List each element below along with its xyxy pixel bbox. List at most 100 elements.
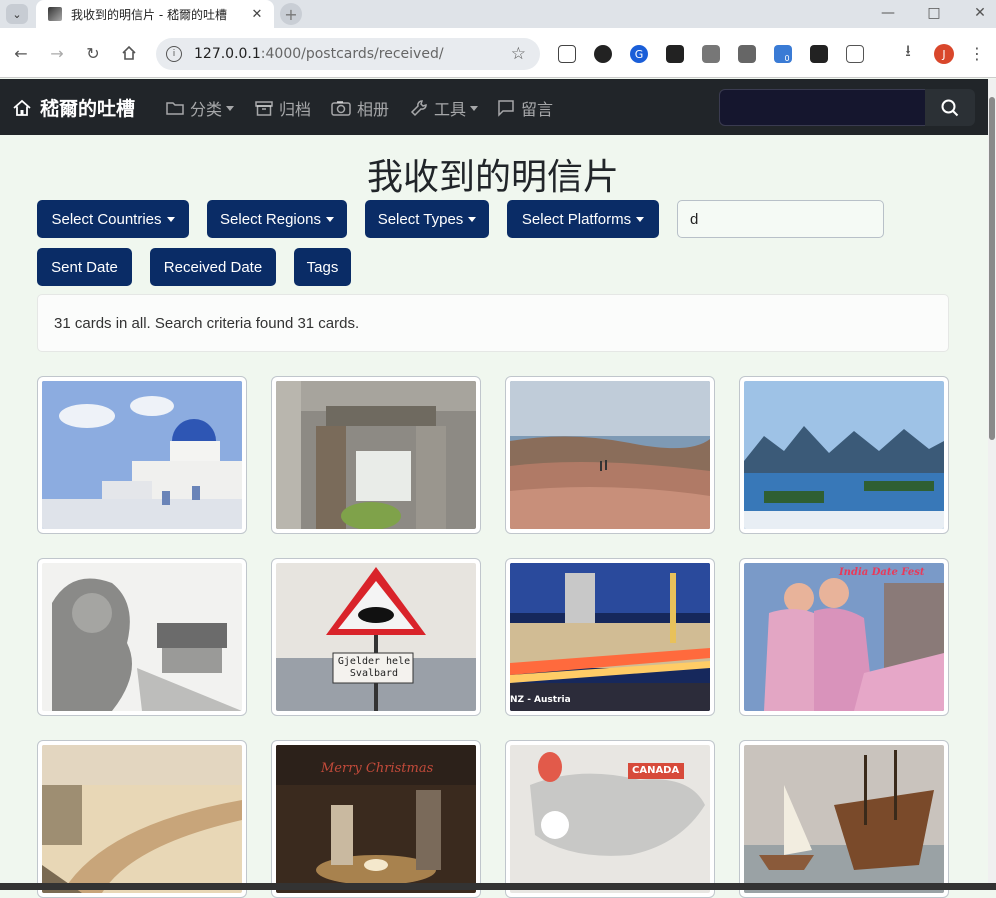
minimize-icon[interactable]: — xyxy=(876,3,900,23)
nav-item-guestbook[interactable]: 留言 xyxy=(497,96,553,120)
postcard-caption: Merry Christmas xyxy=(321,761,434,776)
caret-down-icon xyxy=(470,105,479,111)
caret-down-icon xyxy=(166,216,175,222)
caret-down-icon xyxy=(226,105,235,111)
home-icon[interactable] xyxy=(118,42,140,64)
caret-down-icon xyxy=(468,216,477,222)
extension-icon[interactable] xyxy=(702,45,720,63)
site-search-input[interactable] xyxy=(719,89,927,126)
postcard-image xyxy=(510,381,710,529)
nav-item-album[interactable]: 相册 xyxy=(331,96,389,120)
result-summary: 31 cards in all. Search criteria found 3… xyxy=(37,294,949,352)
url-path: :4000/postcards/received/ xyxy=(260,46,444,62)
tab-strip: ⌄ 我收到的明信片 - 嵇爾的吐槽 ✕ + — □ ✕ xyxy=(0,0,996,28)
postcard-image xyxy=(42,745,242,893)
address-bar[interactable]: i 127.0.0.1:4000/postcards/received/ ☆ xyxy=(156,38,540,70)
button-label: Select Platforms xyxy=(521,210,632,228)
bookmark-star-icon[interactable]: ☆ xyxy=(511,44,526,64)
postcard-card[interactable] xyxy=(505,376,715,534)
postcard-caption: India Date Fest xyxy=(839,567,925,578)
select-types-button[interactable]: Select Types xyxy=(365,200,489,238)
extension-icon[interactable]: 0 xyxy=(774,45,792,63)
maximize-icon[interactable]: □ xyxy=(922,3,946,23)
nav-item-archive[interactable]: 归档 xyxy=(255,96,311,120)
button-label: Select Types xyxy=(377,210,464,228)
postcard-card[interactable]: India Date Fest xyxy=(739,558,949,716)
nav-item-label: 归档 xyxy=(279,100,312,119)
camera-icon xyxy=(331,101,351,116)
postcard-image: India Date Fest xyxy=(744,563,944,711)
postcard-card[interactable] xyxy=(739,740,949,898)
page-scrollbar[interactable] xyxy=(988,79,996,890)
select-countries-button[interactable]: Select Countries xyxy=(37,200,189,238)
folder-icon xyxy=(166,102,184,115)
postcard-card[interactable] xyxy=(739,376,949,534)
browser-tab[interactable]: 我收到的明信片 - 嵇爾的吐槽 ✕ xyxy=(36,0,274,28)
download-icon[interactable]: ⭳ xyxy=(897,41,919,64)
postcard-image xyxy=(42,381,242,529)
nav-item-label: 留言 xyxy=(521,100,554,119)
postcard-image xyxy=(276,381,476,529)
reload-icon[interactable]: ↻ xyxy=(82,42,104,64)
wrench-icon xyxy=(410,100,427,117)
qr-code-icon[interactable] xyxy=(558,45,576,63)
bottom-edge xyxy=(0,883,996,890)
button-label: Select Countries xyxy=(51,210,162,228)
close-tab-icon[interactable]: ✕ xyxy=(248,5,266,23)
site-search-button[interactable] xyxy=(925,89,975,126)
postcard-image: CANADA xyxy=(510,745,710,893)
postcard-card[interactable] xyxy=(271,376,481,534)
brand-text: 嵇爾的吐槽 xyxy=(40,98,136,120)
postcard-card[interactable]: NZ - Austria xyxy=(505,558,715,716)
scrollbar-thumb[interactable] xyxy=(989,97,995,440)
postcard-card[interactable] xyxy=(37,740,247,898)
browser-toolbar: ← → ↻ i 127.0.0.1:4000/postcards/receive… xyxy=(0,28,996,78)
close-window-icon[interactable]: ✕ xyxy=(968,3,992,23)
extension-icon[interactable] xyxy=(594,45,612,63)
extension-badge: 0 xyxy=(784,53,790,63)
url-host: 127.0.0.1 xyxy=(194,46,261,62)
postcard-image xyxy=(744,745,944,893)
new-tab-button[interactable]: + xyxy=(280,3,302,25)
button-label: Select Regions xyxy=(220,210,321,228)
select-platforms-button[interactable]: Select Platforms xyxy=(507,200,659,238)
favicon-icon xyxy=(48,7,62,21)
site-info-icon[interactable]: i xyxy=(166,46,182,62)
nav-item-tools[interactable]: 工具 xyxy=(410,96,479,120)
forward-icon[interactable]: → xyxy=(46,42,68,64)
filter-search-input[interactable]: d xyxy=(677,200,884,238)
postcard-card[interactable] xyxy=(37,558,247,716)
postcard-card[interactable] xyxy=(37,376,247,534)
postcard-image xyxy=(42,563,242,711)
tab-title: 我收到的明信片 - 嵇爾的吐槽 xyxy=(71,7,227,22)
postcard-card[interactable]: CANADA xyxy=(505,740,715,898)
site-brand[interactable]: 嵇爾的吐槽 xyxy=(12,94,135,121)
grammarly-icon[interactable]: G xyxy=(630,45,648,63)
received-date-button[interactable]: Received Date xyxy=(150,248,276,286)
select-regions-button[interactable]: Select Regions xyxy=(207,200,347,238)
postcard-card[interactable]: Merry Christmas xyxy=(271,740,481,898)
back-icon[interactable]: ← xyxy=(10,42,32,64)
puzzle-icon[interactable] xyxy=(846,45,864,63)
chat-icon xyxy=(498,100,514,117)
extension-icon[interactable] xyxy=(738,45,756,63)
site-search xyxy=(719,89,975,126)
extension-icon[interactable] xyxy=(810,45,828,63)
sent-date-button[interactable]: Sent Date xyxy=(37,248,132,286)
tab-search-icon[interactable]: ⌄ xyxy=(6,4,28,24)
tags-button[interactable]: Tags xyxy=(294,248,351,286)
postcard-image: Merry Christmas xyxy=(276,745,476,893)
postcard-card[interactable]: Gjelder hele Svalbard xyxy=(271,558,481,716)
extension-icon[interactable] xyxy=(666,45,684,63)
profile-avatar[interactable]: J xyxy=(934,44,954,64)
caret-down-icon xyxy=(636,216,645,222)
postcard-caption: NZ - Austria xyxy=(510,695,571,705)
postcard-caption: Gjelder hele Svalbard xyxy=(337,656,411,679)
postcard-image xyxy=(744,381,944,529)
url-text: 127.0.0.1:4000/postcards/received/ xyxy=(194,46,444,62)
menu-icon[interactable]: ⋮ xyxy=(966,42,988,64)
nav-item-label: 分类 xyxy=(190,100,223,119)
search-icon xyxy=(941,99,959,116)
caret-down-icon xyxy=(325,216,334,222)
nav-item-category[interactable]: 分类 xyxy=(166,96,235,120)
